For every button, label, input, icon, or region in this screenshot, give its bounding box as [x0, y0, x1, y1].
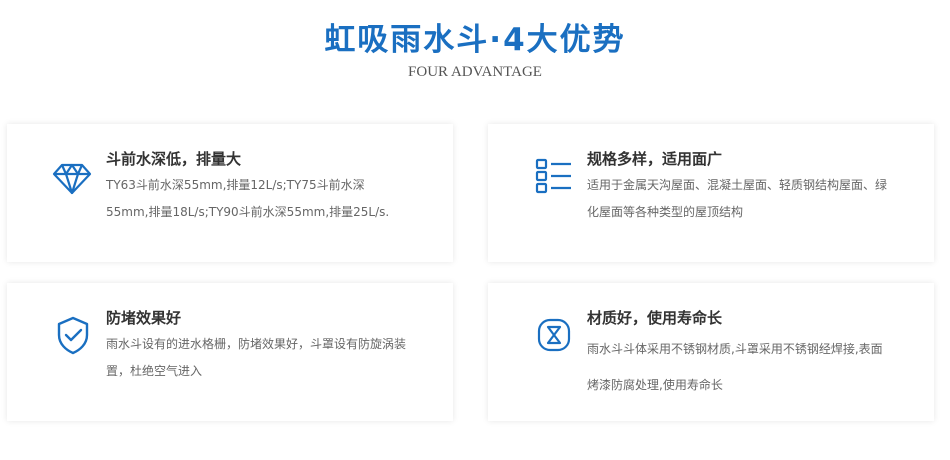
advantage-card-durable: 材质好，使用寿命长 雨水斗斗体采用不锈钢材质,斗罩采用不锈钢经焊接,表面烤漆防腐… — [488, 283, 934, 421]
list-icon — [534, 156, 574, 196]
section-header: 虹吸雨水斗·4大优势 FOUR ADVANTAGE — [0, 18, 950, 81]
advantage-card-versatile: 规格多样，适用面广 适用于金属天沟屋面、混凝土屋面、轻质钢结构屋面、绿化屋面等各… — [488, 124, 934, 262]
advantage-card-anti-clog: 防堵效果好 雨水斗设有的进水格栅，防堵效果好，斗罩设有防旋涡装置，杜绝空气进入 — [7, 283, 453, 421]
section-title: 虹吸雨水斗·4大优势 — [324, 22, 626, 58]
hourglass-icon — [534, 315, 574, 355]
card-title: 斗前水深低，排量大 — [106, 150, 242, 168]
card-title: 防堵效果好 — [106, 309, 182, 327]
card-title: 规格多样，适用面广 — [587, 150, 723, 168]
advantage-card-low-depth: 斗前水深低，排量大 TY63斗前水深55mm,排量12L/s;TY75斗前水深5… — [7, 124, 453, 262]
card-description: 雨水斗斗体采用不锈钢材质,斗罩采用不锈钢经焊接,表面烤漆防腐处理,使用寿命长 — [587, 342, 883, 392]
card-description: TY63斗前水深55mm,排量12L/s;TY75斗前水深55mm,排量18L/… — [106, 178, 390, 219]
card-description: 雨水斗设有的进水格栅，防堵效果好，斗罩设有防旋涡装置，杜绝空气进入 — [106, 337, 407, 378]
diamond-icon — [52, 158, 92, 198]
card-title: 材质好，使用寿命长 — [587, 309, 723, 327]
section-subtitle: FOUR ADVANTAGE — [408, 64, 542, 80]
shield-check-icon — [53, 315, 93, 355]
card-description: 适用于金属天沟屋面、混凝土屋面、轻质钢结构屋面、绿化屋面等各种类型的屋顶结构 — [587, 178, 888, 219]
